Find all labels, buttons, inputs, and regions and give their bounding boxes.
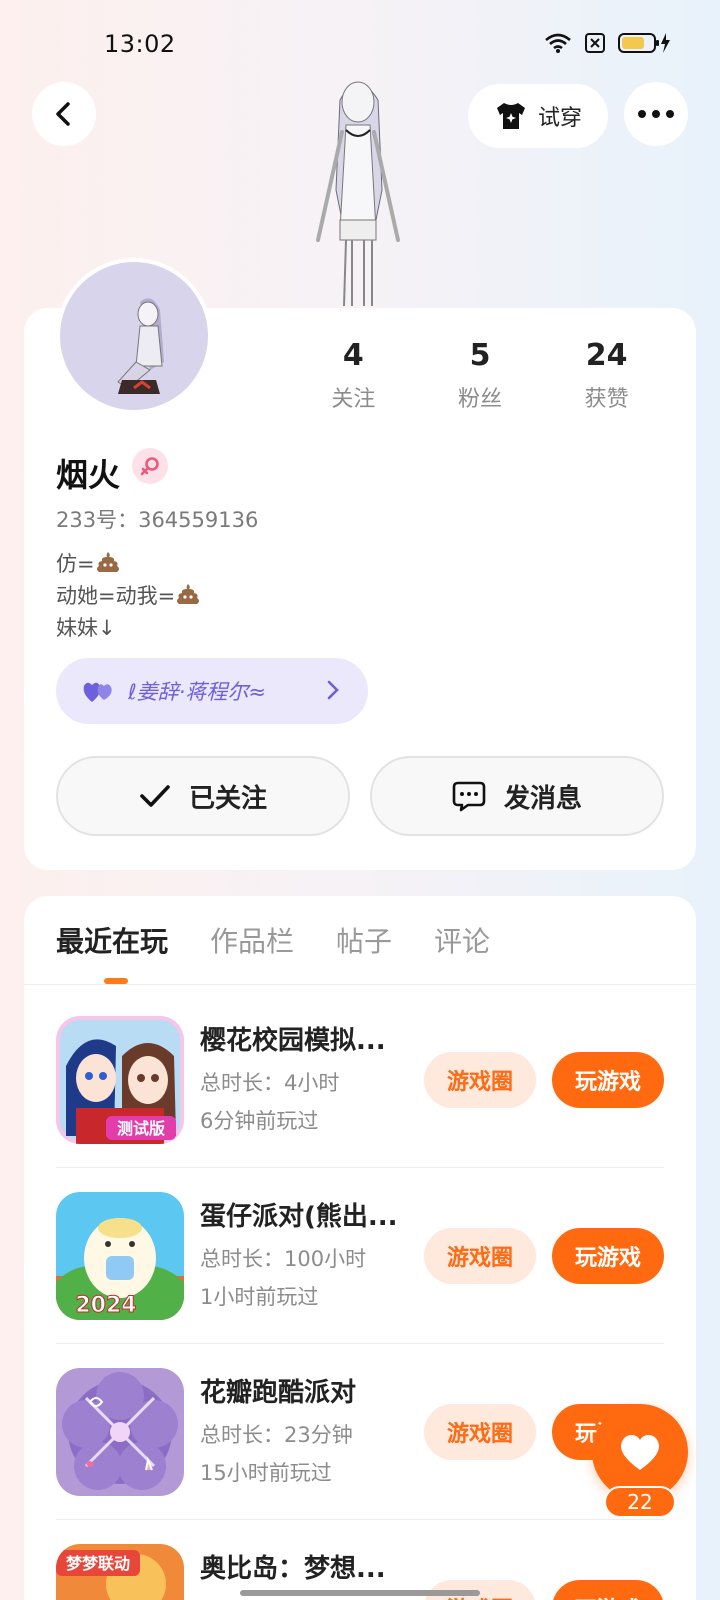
username: 烟火 bbox=[56, 456, 121, 494]
game-title: 奥比岛：梦想... bbox=[200, 1554, 386, 1584]
poop-emoji-icon bbox=[177, 584, 200, 604]
game-row[interactable]: 2024 蛋仔派对(熊出... 总时长：100小时 1小时前玩过 游戏圈 玩游戏 bbox=[24, 1168, 696, 1344]
tab-works[interactable]: 作品栏 bbox=[210, 920, 294, 960]
play-game-button[interactable]: 玩游戏 bbox=[552, 1228, 664, 1284]
chevron-left-icon bbox=[56, 102, 70, 126]
bio-line: 仿= bbox=[56, 548, 201, 580]
game-icon-eggy-party[interactable]: 2024 bbox=[56, 1192, 184, 1320]
game-icon-sakura[interactable]: 测试版 bbox=[56, 1016, 184, 1144]
game-row[interactable]: 测试版 樱花校园模拟... 总时长：4小时 6分钟前玩过 游戏圈 玩游戏 bbox=[24, 992, 696, 1168]
message-button[interactable]: 发消息 bbox=[370, 756, 664, 836]
check-icon bbox=[140, 785, 170, 807]
female-icon bbox=[132, 448, 168, 484]
shirt-icon bbox=[496, 103, 525, 129]
game-icon-petal-parkour[interactable] bbox=[56, 1368, 184, 1496]
chat-icon bbox=[452, 781, 486, 812]
play-game-button[interactable]: 玩游戏 bbox=[552, 1052, 664, 1108]
stat-label: 关注 bbox=[331, 387, 376, 412]
game-meta: 总时长：4小时 6分钟前玩过 bbox=[200, 1064, 339, 1140]
battery-icon bbox=[618, 33, 670, 53]
stat-value: 4 bbox=[342, 338, 364, 373]
stat-following[interactable]: 4 关注 bbox=[290, 338, 417, 413]
try-on-button[interactable]: 试穿 bbox=[468, 84, 608, 148]
stat-value: 24 bbox=[585, 338, 628, 373]
bio: 仿= 动她=动我= 妹妹↓ bbox=[56, 548, 201, 644]
game-meta: 总时长：100小时 1小时前玩过 bbox=[200, 1240, 366, 1316]
user-id: 233号：364559136 bbox=[56, 508, 259, 532]
try-on-label: 试穿 bbox=[537, 106, 582, 131]
game-badge: 2024 bbox=[75, 1293, 136, 1318]
followed-button[interactable]: 已关注 bbox=[56, 756, 350, 836]
hearts-icon bbox=[83, 682, 112, 702]
game-badge: 梦梦联动 bbox=[66, 1554, 130, 1573]
divider bbox=[24, 984, 696, 985]
poop-emoji-icon bbox=[96, 552, 119, 572]
bio-line: 动她=动我= bbox=[56, 580, 201, 612]
play-game-button[interactable]: 玩游戏 bbox=[552, 1580, 664, 1600]
avatar-figure bbox=[117, 298, 164, 394]
game-duration: 总时长：23分钟 bbox=[200, 1423, 353, 1447]
profile-tabs: 最近在玩 作品栏 帖子 评论 bbox=[56, 920, 490, 960]
stat-label: 粉丝 bbox=[458, 387, 503, 412]
game-circle-button[interactable]: 游戏圈 bbox=[424, 1404, 536, 1460]
game-row[interactable]: 梦梦联动 奥比岛：梦想... 游戏圈 玩游戏 bbox=[24, 1520, 696, 1600]
stats-row: 4 关注 5 粉丝 24 获赞 bbox=[290, 338, 670, 413]
bio-line: 妹妹↓ bbox=[56, 616, 116, 640]
game-circle-button[interactable]: 游戏圈 bbox=[424, 1228, 536, 1284]
avatar[interactable] bbox=[56, 258, 212, 414]
friend-tag[interactable]: ℓ姜辞·蒋程尔≈ bbox=[56, 658, 368, 724]
status-time: 13:02 bbox=[104, 30, 176, 58]
chevron-right-icon bbox=[327, 680, 339, 700]
tab-recently-played[interactable]: 最近在玩 bbox=[56, 920, 168, 960]
sim-off-icon bbox=[585, 33, 605, 53]
game-title: 花瓣跑酷派对 bbox=[200, 1378, 357, 1408]
more-button[interactable] bbox=[624, 82, 688, 146]
back-button[interactable] bbox=[32, 82, 96, 146]
game-last-played: 6分钟前玩过 bbox=[200, 1109, 319, 1133]
stat-fans[interactable]: 5 粉丝 bbox=[417, 338, 544, 413]
friend-tag-label: ℓ姜辞·蒋程尔≈ bbox=[128, 680, 266, 704]
stat-value: 5 bbox=[469, 338, 491, 373]
game-last-played: 1小时前玩过 bbox=[200, 1285, 319, 1309]
wifi-icon bbox=[545, 33, 571, 53]
tab-comments[interactable]: 评论 bbox=[434, 920, 490, 960]
game-meta: 总时长：23分钟 15小时前玩过 bbox=[200, 1416, 353, 1492]
stat-likes[interactable]: 24 获赞 bbox=[543, 338, 670, 413]
more-icon bbox=[638, 110, 674, 118]
heart-icon bbox=[620, 1435, 660, 1470]
game-icon-aobi-island[interactable]: 梦梦联动 bbox=[56, 1544, 184, 1600]
game-circle-button[interactable]: 游戏圈 bbox=[424, 1052, 536, 1108]
game-duration: 总时长：100小时 bbox=[200, 1247, 367, 1271]
game-badge: 测试版 bbox=[117, 1119, 165, 1138]
avatar-3d-figure[interactable] bbox=[296, 70, 420, 310]
game-duration: 总时长：4小时 bbox=[200, 1071, 340, 1095]
game-title: 樱花校园模拟... bbox=[200, 1026, 386, 1056]
message-label: 发消息 bbox=[503, 783, 582, 814]
like-count: 22 bbox=[604, 1486, 676, 1518]
game-title: 蛋仔派对(熊出... bbox=[200, 1202, 398, 1232]
game-last-played: 15小时前玩过 bbox=[200, 1461, 332, 1485]
followed-label: 已关注 bbox=[188, 783, 267, 814]
tab-posts[interactable]: 帖子 bbox=[336, 920, 392, 960]
home-indicator[interactable] bbox=[240, 1590, 480, 1596]
stat-label: 获赞 bbox=[584, 387, 629, 412]
status-icons bbox=[544, 32, 672, 54]
